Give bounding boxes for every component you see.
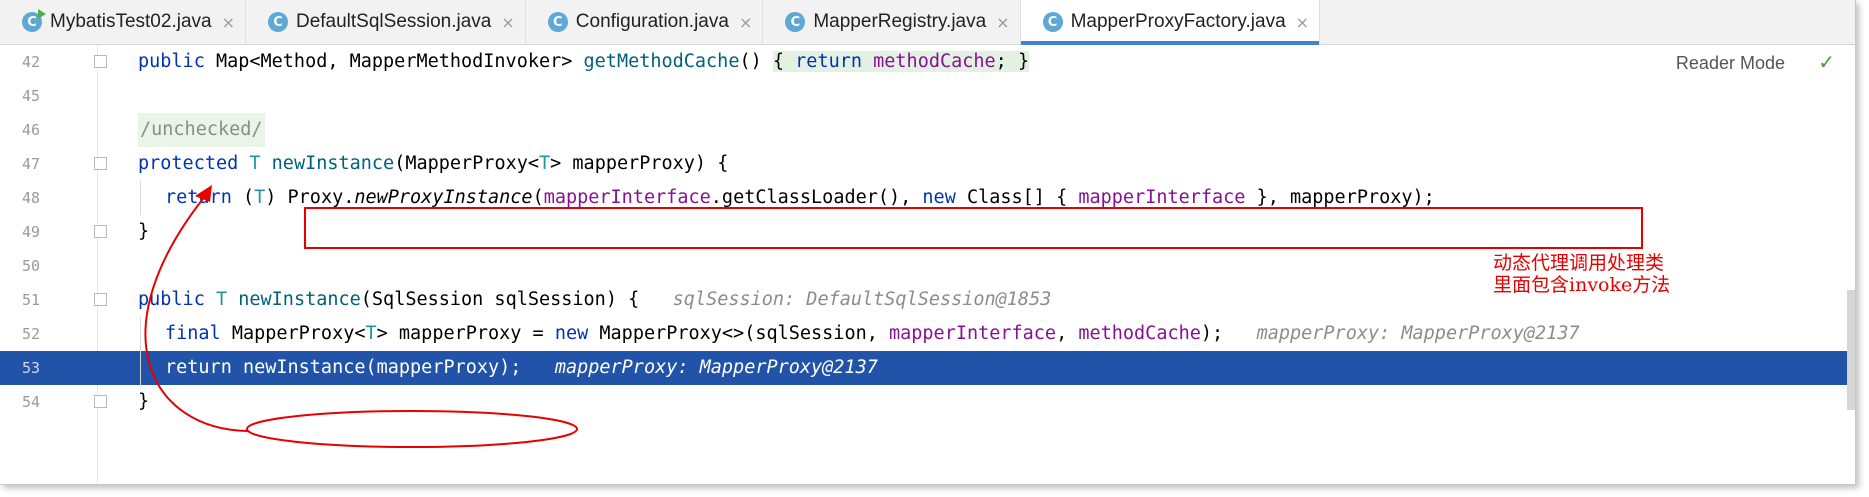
annotation-ellipse bbox=[246, 410, 578, 448]
annotation-overlay bbox=[144, 185, 578, 448]
ide-editor-window: C MybatisTest02.java × C DefaultSqlSessi… bbox=[0, 0, 1856, 485]
annotation-arrow bbox=[144, 189, 249, 432]
